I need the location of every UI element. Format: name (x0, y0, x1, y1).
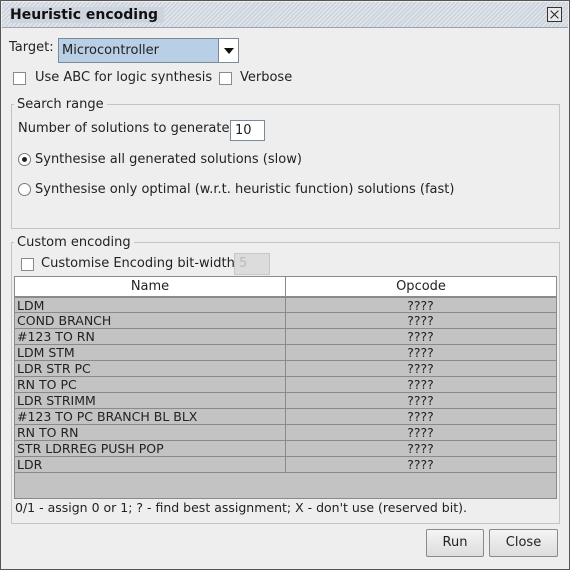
table-row[interactable]: STR LDRREG PUSH POP???? (15, 441, 557, 457)
table-row[interactable]: LDR STRIMM???? (15, 393, 557, 409)
encoding-table: Name Opcode LDM???? COND BRANCH???? #123… (14, 276, 557, 499)
verbose-label: Verbose (240, 70, 293, 85)
table-row[interactable]: RN TO PC???? (15, 377, 557, 393)
table-header: Name Opcode (15, 277, 556, 297)
row-name: LDR STRIMM (15, 393, 286, 408)
target-label: Target: (9, 40, 54, 55)
row-opcode[interactable]: ???? (286, 361, 555, 376)
row-opcode[interactable]: ???? (286, 409, 555, 424)
synthesise-all-radio[interactable] (18, 153, 31, 166)
bitwidth-input[interactable]: 5 (234, 253, 270, 275)
row-name: #123 TO RN (15, 329, 286, 344)
synthesise-optimal-radio[interactable] (18, 183, 31, 196)
use-abc-label: Use ABC for logic synthesis (35, 70, 213, 85)
row-opcode[interactable]: ???? (286, 425, 555, 440)
row-opcode[interactable]: ???? (286, 298, 555, 313)
encoding-hint: 0/1 - assign 0 or 1; ? - find best assig… (15, 500, 467, 515)
table-row[interactable]: LDM???? (15, 297, 557, 313)
row-opcode[interactable]: ???? (286, 345, 555, 360)
table-row[interactable]: RN TO RN???? (15, 425, 557, 441)
use-abc-checkbox[interactable] (13, 72, 26, 85)
row-opcode[interactable]: ???? (286, 313, 555, 328)
row-opcode[interactable]: ???? (286, 457, 555, 472)
table-row[interactable]: LDM STM???? (15, 345, 557, 361)
table-body: LDM???? COND BRANCH???? #123 TO RN???? L… (15, 297, 557, 473)
target-selected-value: Microcontroller (62, 43, 160, 58)
column-header-name[interactable]: Name (15, 277, 286, 296)
table-row[interactable]: LDR STR PC???? (15, 361, 557, 377)
custom-encoding-legend: Custom encoding (14, 235, 134, 250)
synthesise-all-label: Synthesise all generated solutions (slow… (35, 152, 302, 167)
row-name: #123 TO PC BRANCH BL BLX (15, 409, 286, 424)
close-button[interactable]: Close (489, 529, 558, 557)
table-row[interactable]: LDR???? (15, 457, 557, 473)
row-name: RN TO RN (15, 425, 286, 440)
chevron-down-icon[interactable] (218, 39, 238, 62)
table-row[interactable]: COND BRANCH???? (15, 313, 557, 329)
row-opcode[interactable]: ???? (286, 377, 555, 392)
solutions-input[interactable]: 10 (230, 120, 265, 141)
row-opcode[interactable]: ???? (286, 329, 555, 344)
solutions-label: Number of solutions to generate (18, 121, 230, 136)
table-row[interactable]: #123 TO RN???? (15, 329, 557, 345)
row-opcode[interactable]: ???? (286, 441, 555, 456)
row-name: LDM STM (15, 345, 286, 360)
window-title: Heuristic encoding (10, 7, 165, 23)
verbose-checkbox[interactable] (219, 72, 232, 85)
row-name: RN TO PC (15, 377, 286, 392)
target-select[interactable]: Microcontroller (58, 38, 239, 63)
row-opcode[interactable]: ???? (286, 393, 555, 408)
row-name: COND BRANCH (15, 313, 286, 328)
customise-bitwidth-label: Customise Encoding bit-width: (41, 256, 240, 271)
title-bar[interactable]: Heuristic encoding (2, 2, 568, 28)
run-button[interactable]: Run (426, 529, 484, 557)
synthesise-optimal-label: Synthesise only optimal (w.r.t. heuristi… (35, 182, 455, 197)
row-name: STR LDRREG PUSH POP (15, 441, 286, 456)
row-name: LDR (15, 457, 286, 472)
table-row[interactable]: #123 TO PC BRANCH BL BLX???? (15, 409, 557, 425)
column-header-opcode[interactable]: Opcode (286, 277, 556, 296)
search-range-legend: Search range (14, 97, 107, 112)
heuristic-encoding-dialog: Heuristic encoding Target: Microcontroll… (0, 0, 570, 570)
customise-bitwidth-checkbox[interactable] (21, 258, 34, 271)
row-name: LDR STR PC (15, 361, 286, 376)
close-icon[interactable] (547, 7, 562, 22)
row-name: LDM (15, 298, 286, 313)
